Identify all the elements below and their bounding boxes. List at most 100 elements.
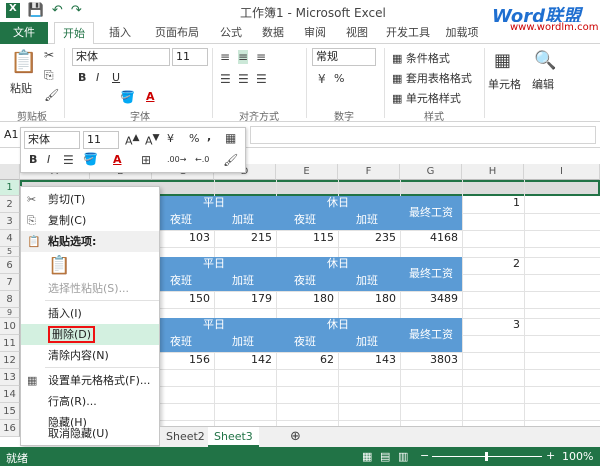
col-header-e[interactable]: E <box>276 164 338 180</box>
header-night[interactable]: 夜班 <box>152 271 214 291</box>
col-header-i[interactable]: I <box>524 164 600 180</box>
font-size-box[interactable]: 11 <box>172 48 208 66</box>
format-painter-icon[interactable]: 🖌 <box>223 153 238 167</box>
name-box[interactable]: A1 <box>4 128 20 141</box>
cell-index[interactable]: 2 <box>462 257 524 270</box>
paste-label[interactable]: 粘贴 <box>10 80 32 96</box>
number-format-box[interactable]: 常规 <box>312 48 376 66</box>
select-all-corner[interactable] <box>0 164 20 180</box>
tab-review[interactable]: 审阅 <box>296 22 334 44</box>
cell-value[interactable]: 103 <box>152 231 214 244</box>
row-header-11[interactable]: 11 <box>0 335 20 352</box>
percent-button[interactable]: % <box>334 72 344 85</box>
tab-addins[interactable]: 加载项 <box>440 22 484 44</box>
header-night[interactable]: 夜班 <box>152 332 214 352</box>
menu-unhide[interactable]: 取消隐藏(U) <box>21 425 159 443</box>
header-night[interactable]: 夜班 <box>152 210 214 230</box>
cut-icon[interactable]: ✂ <box>44 48 54 62</box>
align-bottom-icon[interactable]: ≡ <box>256 50 266 64</box>
row-header-5[interactable]: 5 <box>0 247 20 257</box>
tab-view[interactable]: 视图 <box>338 22 376 44</box>
zoom-level[interactable]: 100% <box>562 450 593 463</box>
mini-bold-button[interactable]: B <box>29 153 37 166</box>
cell-value[interactable]: 143 <box>338 353 400 366</box>
format-table-icon[interactable]: ▦ <box>225 131 236 145</box>
cell-value[interactable]: 180 <box>276 292 338 305</box>
add-sheet-icon[interactable]: ⊕ <box>284 427 307 447</box>
undo-icon[interactable]: ↶ <box>52 3 63 18</box>
align-right-icon[interactable]: ☰ <box>256 72 267 86</box>
header-overtime[interactable]: 加班 <box>214 271 276 291</box>
currency-icon[interactable]: ¥ <box>167 132 174 145</box>
menu-copy[interactable]: ⎘ 复制(C) <box>21 210 159 231</box>
italic-button[interactable]: I <box>96 71 99 84</box>
cell-value[interactable]: 4168 <box>400 231 462 244</box>
fill-color-icon[interactable]: 🪣 <box>120 90 135 104</box>
cell-value[interactable]: 3489 <box>400 292 462 305</box>
row-header-16[interactable]: 16 <box>0 420 20 437</box>
mini-italic-button[interactable]: I <box>47 153 50 166</box>
shrink-font-icon[interactable]: A▼ <box>145 132 160 148</box>
header-night[interactable]: 夜班 <box>276 332 338 352</box>
increase-decimal-icon[interactable]: .00→ <box>167 155 186 164</box>
cell-value[interactable]: 179 <box>214 292 276 305</box>
menu-clear[interactable]: 清除内容(N) <box>21 345 159 366</box>
tab-page-layout[interactable]: 页面布局 <box>146 22 208 44</box>
row-header-15[interactable]: 15 <box>0 403 20 420</box>
align-center-icon[interactable]: ☰ <box>238 72 249 86</box>
row-header-8[interactable]: 8 <box>0 291 20 308</box>
align-middle-icon[interactable]: ≡ <box>238 50 249 64</box>
page-layout-icon[interactable]: ▤ <box>380 450 390 463</box>
sheet-tab-sheet2[interactable]: Sheet2 <box>160 427 211 447</box>
cell-style-button[interactable]: ▦ 单元格样式 <box>392 90 461 106</box>
header-weekend[interactable]: 休日 <box>276 318 400 332</box>
col-header-f[interactable]: F <box>338 164 400 180</box>
col-header-g[interactable]: G <box>400 164 462 180</box>
tab-insert[interactable]: 插入 <box>100 22 140 44</box>
mini-font-box[interactable]: 宋体 <box>24 131 80 149</box>
mini-comma-button[interactable]: , <box>207 130 211 143</box>
page-break-icon[interactable]: ▥ <box>398 450 408 463</box>
copy-icon[interactable]: ⎘ <box>44 68 54 83</box>
align-left-icon[interactable]: ☰ <box>220 72 231 86</box>
font-name-box[interactable]: 宋体 <box>72 48 170 66</box>
mini-size-box[interactable]: 11 <box>83 131 119 149</box>
borders-icon[interactable]: ⊞ <box>141 153 151 167</box>
header-overtime[interactable]: 加班 <box>214 332 276 352</box>
redo-icon[interactable]: ↷ <box>71 3 82 18</box>
tab-developer[interactable]: 开发工具 <box>380 22 436 44</box>
cell-value[interactable]: 156 <box>152 353 214 366</box>
decrease-decimal-icon[interactable]: ←.0 <box>195 155 209 164</box>
cell-value[interactable]: 180 <box>338 292 400 305</box>
cells-button[interactable]: 单元格 <box>488 76 521 92</box>
font-color-icon[interactable]: A <box>146 90 155 103</box>
currency-icon[interactable]: ¥ <box>318 72 326 86</box>
menu-paste-special[interactable]: 选择性粘贴(S)... <box>21 278 159 299</box>
find-icon[interactable]: 🔍 <box>534 50 556 71</box>
header-weekday[interactable]: 平日 <box>152 196 276 210</box>
conditional-format-button[interactable]: ▦ 条件格式 <box>392 50 450 66</box>
header-weekend[interactable]: 休日 <box>276 257 400 271</box>
cell-value[interactable]: 142 <box>214 353 276 366</box>
cells-icon[interactable]: ▦ <box>494 50 511 71</box>
header-weekday[interactable]: 平日 <box>152 257 276 271</box>
fill-color-icon[interactable]: 🪣 <box>83 152 98 166</box>
menu-format-cells[interactable]: ▦ 设置单元格格式(F)... <box>21 370 159 391</box>
header-weekend[interactable]: 休日 <box>276 196 400 210</box>
align-center-icon[interactable]: ☰ <box>63 153 74 167</box>
header-total[interactable]: 最终工资 <box>400 257 462 291</box>
cell-value[interactable]: 62 <box>276 353 338 366</box>
bold-button[interactable]: B <box>78 71 86 84</box>
header-overtime[interactable]: 加班 <box>338 332 400 352</box>
zoom-in-icon[interactable]: + <box>546 449 555 462</box>
tab-home[interactable]: 开始 <box>54 22 94 45</box>
sheet-tab-sheet3[interactable]: Sheet3 <box>208 427 259 447</box>
header-total[interactable]: 最终工资 <box>400 196 462 230</box>
row-header-12[interactable]: 12 <box>0 352 20 369</box>
header-night[interactable]: 夜班 <box>276 210 338 230</box>
row-header-7[interactable]: 7 <box>0 274 20 291</box>
menu-cut[interactable]: ✂ 剪切(T) <box>21 189 159 210</box>
row-header-14[interactable]: 14 <box>0 386 20 403</box>
row-header-13[interactable]: 13 <box>0 369 20 386</box>
cell-value[interactable]: 215 <box>214 231 276 244</box>
